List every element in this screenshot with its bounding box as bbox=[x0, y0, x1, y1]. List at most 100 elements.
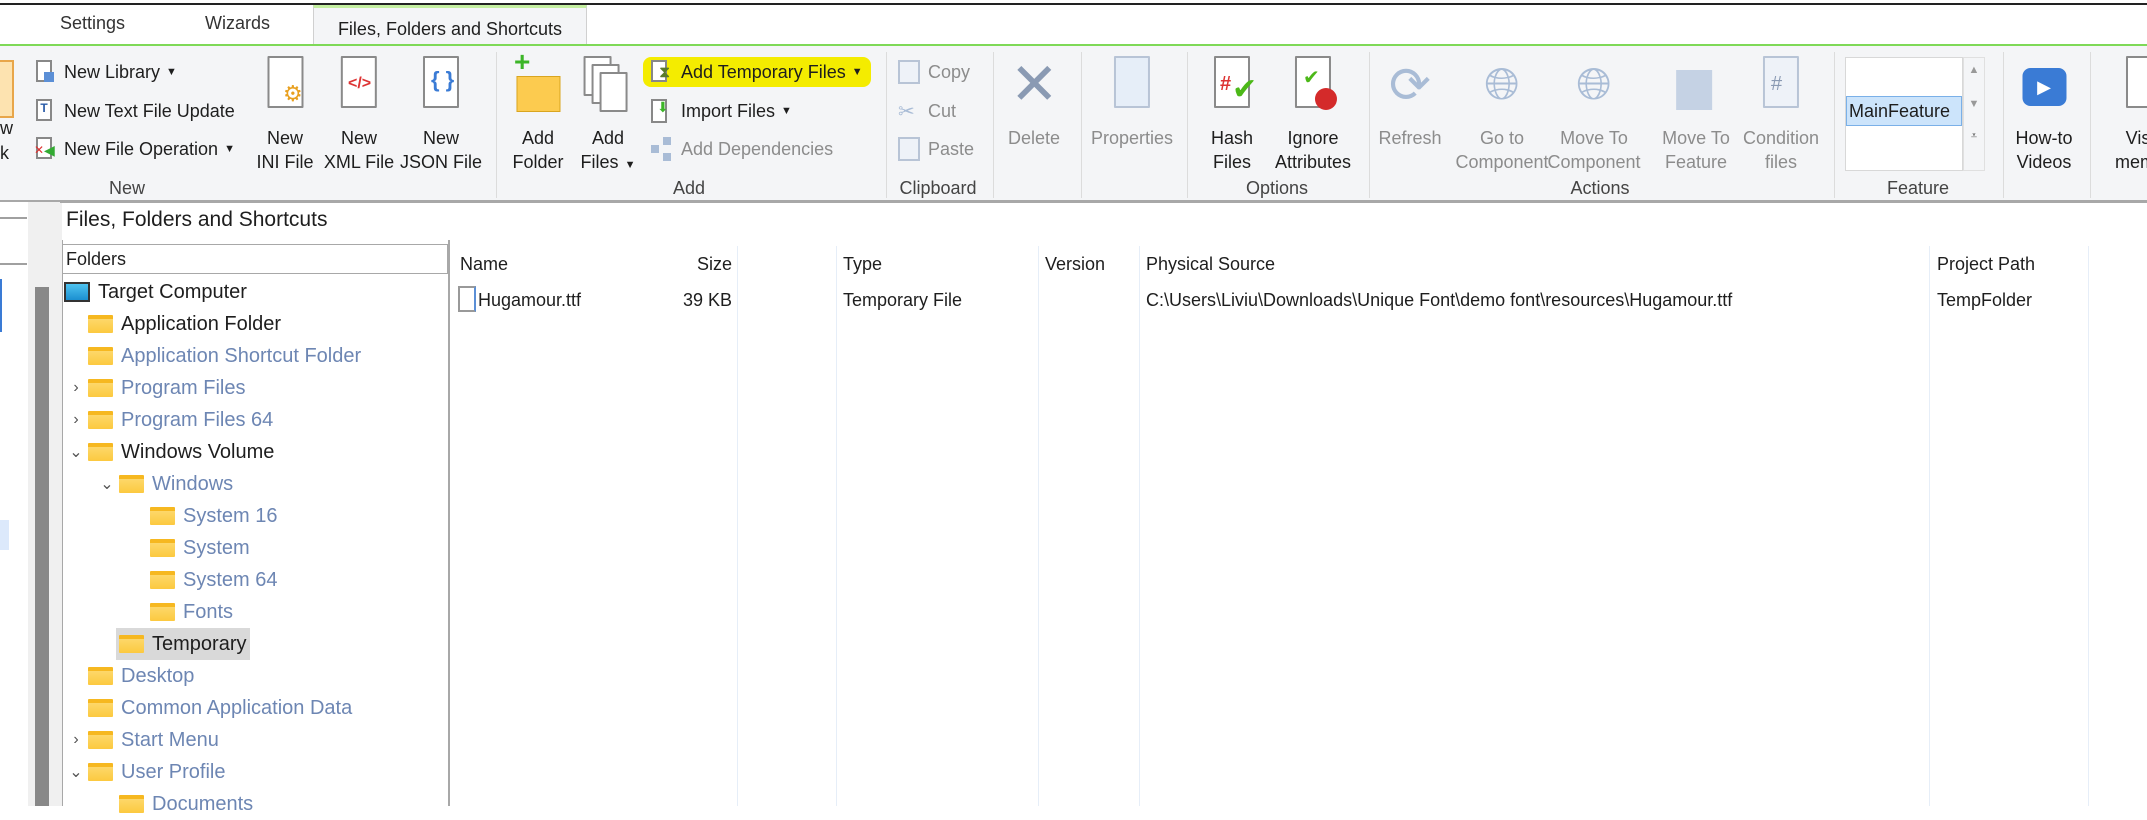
import-files-label: Import Files bbox=[681, 100, 776, 121]
tree-item[interactable]: › Start Menu bbox=[64, 724, 219, 756]
label: Move To bbox=[1662, 128, 1730, 148]
tree-item-label: Fonts bbox=[183, 600, 234, 623]
dropdown-icon: ▼ bbox=[166, 66, 177, 78]
tree-item[interactable]: System 16 bbox=[126, 500, 277, 532]
label: memb bbox=[2114, 152, 2147, 172]
paste-label: Paste bbox=[928, 138, 975, 159]
tree-item[interactable]: System 64 bbox=[126, 564, 277, 596]
chevron-down-icon[interactable]: ⌄ bbox=[64, 762, 88, 782]
feature-list-scrollbar[interactable]: ▲ ▼ ⩡ bbox=[1963, 57, 1985, 171]
properties-button[interactable]: Properties bbox=[1091, 56, 1173, 150]
chevron-down-icon[interactable]: ⌄ bbox=[95, 474, 119, 494]
hash-files-button[interactable]: # ✔ Hash Files bbox=[1208, 56, 1257, 174]
new-xml-file-button[interactable]: </> New XML File bbox=[324, 56, 394, 174]
column-header-version[interactable]: Version bbox=[1045, 254, 1105, 275]
add-dependencies-button[interactable]: Add Dependencies bbox=[651, 135, 833, 163]
tree-item-label: Common Application Data bbox=[121, 696, 353, 719]
tree-item[interactable]: Common Application Data bbox=[64, 692, 352, 724]
move-to-component-button[interactable]: 🌐︎ Move To Component bbox=[1547, 56, 1640, 174]
tab-wizards[interactable]: Wizards bbox=[205, 13, 270, 34]
globe-arrow-icon: 🌐︎ bbox=[1576, 60, 1612, 109]
tree-item[interactable]: Desktop bbox=[64, 660, 194, 692]
chevron-right-icon[interactable]: › bbox=[64, 411, 88, 429]
separator bbox=[2090, 52, 2091, 198]
hash-files-icon: # ✔ bbox=[1208, 56, 1257, 114]
column-header-type[interactable]: Type bbox=[843, 254, 882, 275]
column-header-project-path[interactable]: Project Path bbox=[1937, 254, 2035, 275]
text-file-icon: T bbox=[34, 99, 56, 123]
label: Videos bbox=[2016, 152, 2072, 172]
refresh-button[interactable]: ⟳ Refresh bbox=[1378, 56, 1441, 150]
tree-item[interactable]: ⌄ Windows Volume bbox=[64, 436, 274, 468]
tree-item[interactable]: › Program Files bbox=[64, 372, 245, 404]
go-to-component-button[interactable]: 🌐︎ Go to Component bbox=[1455, 56, 1548, 174]
copy-icon bbox=[898, 60, 920, 84]
tree-item-label: Temporary bbox=[152, 632, 247, 655]
separator bbox=[1369, 52, 1370, 198]
tab-settings[interactable]: Settings bbox=[60, 13, 125, 34]
separator bbox=[1187, 52, 1188, 198]
tree-item[interactable]: System bbox=[126, 532, 250, 564]
expand-gallery-icon[interactable]: ⩡ bbox=[1964, 130, 1984, 143]
label: Delete bbox=[1007, 128, 1061, 148]
group-label-add: Add bbox=[672, 178, 706, 198]
label: Properties bbox=[1090, 128, 1174, 148]
import-files-button[interactable]: ⬇ Import Files ▼ bbox=[651, 97, 792, 125]
add-temporary-files-button[interactable]: ⧗ Add Temporary Files ▼ bbox=[651, 58, 863, 86]
files-table[interactable]: Name Size Type Version Physical Source P… bbox=[452, 246, 2147, 806]
new-text-file-update-button[interactable]: T New Text File Update bbox=[34, 97, 235, 125]
cut-off-label[interactable]: w bbox=[0, 118, 13, 139]
label: How-to bbox=[2015, 128, 2073, 148]
feature-item-selected[interactable]: MainFeature bbox=[1846, 96, 1962, 126]
how-to-videos-button[interactable]: ▶ How-to Videos bbox=[2015, 56, 2073, 174]
scissors-icon: ✂ bbox=[898, 101, 915, 123]
tree-item[interactable]: Application Folder bbox=[64, 308, 281, 340]
new-ini-file-button[interactable]: ⚙ New INI File bbox=[256, 56, 314, 174]
copy-button[interactable]: Copy bbox=[898, 58, 970, 86]
tree-item[interactable]: ⌄ User Profile bbox=[64, 756, 225, 788]
chevron-right-icon[interactable]: › bbox=[64, 731, 88, 749]
scrollbar-thumb[interactable] bbox=[35, 287, 49, 806]
import-icon: ⬇ bbox=[651, 99, 673, 123]
column-header-size[interactable]: Size bbox=[697, 254, 732, 275]
scroll-up-icon[interactable]: ▲ bbox=[1964, 64, 1984, 76]
new-json-file-button[interactable]: { } New JSON File bbox=[400, 56, 482, 174]
tree-item[interactable]: › Program Files 64 bbox=[64, 404, 273, 436]
label: Component bbox=[1547, 152, 1641, 172]
cut-off-label[interactable]: k bbox=[0, 143, 9, 164]
copy-label: Copy bbox=[928, 61, 971, 82]
add-folder-button[interactable]: + Add Folder bbox=[512, 48, 563, 174]
ignore-attributes-button[interactable]: ✔ Ignore Attributes bbox=[1275, 56, 1351, 174]
folder-icon bbox=[88, 699, 113, 717]
label: Visi bbox=[2125, 128, 2147, 148]
feature-list[interactable]: MainFeature bbox=[1845, 57, 1963, 171]
column-header-physical-source[interactable]: Physical Source bbox=[1146, 254, 1275, 275]
folder-icon bbox=[150, 507, 175, 525]
tree-item[interactable]: Target Computer bbox=[64, 276, 247, 308]
tree-item-label: Program Files bbox=[121, 376, 246, 399]
new-file-operation-button[interactable]: ✕ ◀ New File Operation ▼ bbox=[34, 135, 235, 163]
chevron-down-icon[interactable]: ⌄ bbox=[64, 442, 88, 462]
delete-icon: ✕ bbox=[1010, 52, 1059, 117]
tree-item[interactable]: ⌄ Windows bbox=[95, 468, 233, 500]
tree-item[interactable]: Documents bbox=[95, 788, 253, 820]
move-to-feature-button[interactable]: Move To Feature bbox=[1662, 56, 1730, 174]
tree-item[interactable]: Fonts bbox=[126, 596, 233, 628]
paste-button[interactable]: Paste bbox=[898, 135, 974, 163]
visit-members-button[interactable]: Visi memb bbox=[2115, 56, 2147, 174]
new-library-button[interactable]: New Library ▼ bbox=[34, 58, 177, 86]
label: Ignore bbox=[1287, 128, 1339, 148]
condition-files-button[interactable]: # Condition files bbox=[1743, 56, 1819, 174]
folder-icon bbox=[88, 379, 113, 397]
tree-item[interactable]: Temporary bbox=[116, 628, 251, 660]
tab-files-folders-shortcuts[interactable]: Files, Folders and Shortcuts bbox=[313, 5, 587, 45]
tree-item[interactable]: Application Shortcut Folder bbox=[64, 340, 361, 372]
chevron-right-icon[interactable]: › bbox=[64, 379, 88, 397]
delete-button[interactable]: ✕ Delete bbox=[1008, 56, 1060, 150]
panel-title: Files, Folders and Shortcuts bbox=[66, 208, 328, 231]
column-header-name[interactable]: Name bbox=[460, 254, 508, 275]
tree-item-label: Target Computer bbox=[98, 280, 247, 303]
scroll-down-icon[interactable]: ▼ bbox=[1964, 98, 1984, 110]
cut-button[interactable]: ✂ Cut bbox=[898, 97, 956, 125]
add-files-button[interactable]: Add Files ▼ bbox=[581, 56, 635, 177]
